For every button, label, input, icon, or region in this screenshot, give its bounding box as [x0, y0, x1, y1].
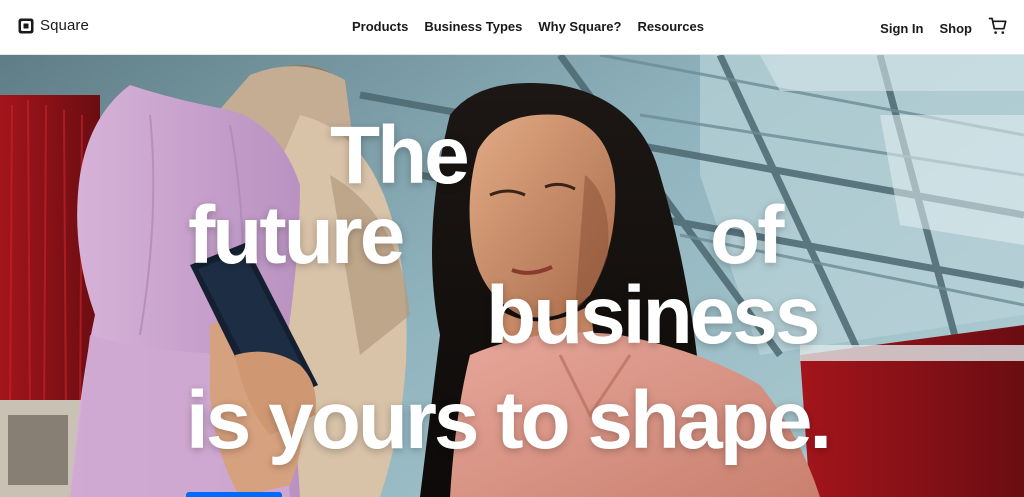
- sign-in-link[interactable]: Sign In: [880, 21, 923, 36]
- main-menu: Products Business Types Why Square? Reso…: [352, 19, 704, 34]
- shop-link[interactable]: Shop: [940, 21, 973, 36]
- cta-button[interactable]: [186, 492, 282, 497]
- brand-name: Square: [40, 17, 89, 34]
- nav-why-square[interactable]: Why Square?: [538, 19, 621, 34]
- square-logo[interactable]: Square: [18, 17, 89, 34]
- nav-resources[interactable]: Resources: [637, 19, 703, 34]
- nav-business-types[interactable]: Business Types: [424, 19, 522, 34]
- hero-section: The future of business is yours to shape…: [0, 55, 1024, 497]
- cart-icon[interactable]: [988, 16, 1008, 36]
- headline-line-2b: of: [710, 190, 784, 281]
- top-navigation: Square Products Business Types Why Squar…: [0, 0, 1024, 55]
- account-menu: Sign In Shop: [880, 16, 1008, 36]
- nav-products[interactable]: Products: [352, 19, 408, 34]
- headline-line-1: The: [330, 110, 470, 201]
- square-logo-icon: [18, 18, 34, 33]
- headline-line-2a: future: [188, 190, 405, 281]
- headline-line-3: business: [486, 270, 820, 361]
- headline-line-4: is yours to shape.: [186, 375, 832, 466]
